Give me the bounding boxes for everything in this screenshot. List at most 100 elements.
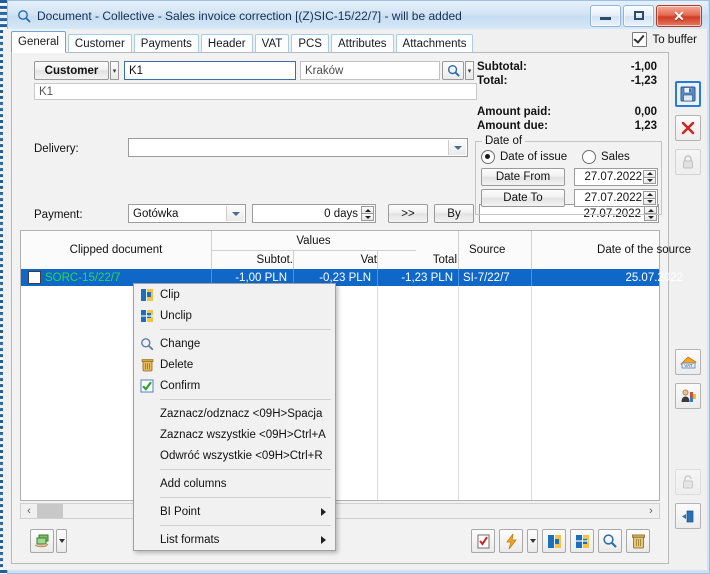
- date-from-button[interactable]: Date From: [481, 168, 565, 186]
- clip-button[interactable]: [542, 529, 566, 553]
- amount-due-value: 1,23: [634, 120, 657, 132]
- spinner-down-icon: [643, 176, 656, 184]
- customer-dropdown-caret[interactable]: ▾: [110, 61, 119, 80]
- payment-days-spinner[interactable]: [361, 206, 374, 221]
- tab-vat[interactable]: VAT: [254, 34, 290, 53]
- trash-icon: [631, 534, 645, 549]
- date-to-input[interactable]: 27.07.2022: [574, 189, 658, 207]
- context-menu-item-bi-point[interactable]: BI Point: [134, 501, 335, 522]
- to-buffer-checkbox[interactable]: To buffer: [632, 32, 697, 47]
- total-value: -1,23: [630, 75, 657, 87]
- scroll-left-icon[interactable]: ‹: [21, 505, 37, 517]
- context-menu-item-delete[interactable]: Delete: [134, 354, 335, 375]
- payment-button[interactable]: [30, 529, 54, 553]
- table-row[interactable]: SORC-15/22/7 -1,00 PLN -0,23 PLN -1,23 P…: [21, 269, 683, 286]
- context-menu-item-change[interactable]: Change: [134, 333, 335, 354]
- customer-search-button[interactable]: [442, 61, 464, 80]
- amount-paid-label: Amount paid:: [477, 106, 552, 118]
- customer-search-caret[interactable]: ▾: [465, 61, 474, 80]
- context-menu-item-unclip[interactable]: Unclip: [134, 305, 335, 326]
- minimize-icon: [600, 16, 611, 20]
- customer-button[interactable]: Customer: [34, 61, 109, 80]
- padlock-icon: [683, 155, 693, 169]
- tab-customer[interactable]: Customer: [67, 34, 132, 53]
- tab-pcs[interactable]: PCS: [291, 34, 329, 53]
- row-checkbox[interactable]: [27, 269, 41, 286]
- magnifier-icon: [134, 337, 160, 351]
- radio-date-of-issue[interactable]: Date of issue: [481, 150, 567, 164]
- date-to-button[interactable]: Date To: [481, 189, 565, 207]
- header-vat[interactable]: Vat: [293, 250, 383, 269]
- context-menu-separator: [160, 469, 331, 470]
- minimize-button[interactable]: [590, 4, 621, 27]
- maximize-icon: [633, 11, 644, 20]
- context-menu-item-toggle-select[interactable]: Zaznacz/odznacz <09H>Spacja: [134, 403, 335, 424]
- payment-dropdown[interactable]: [56, 529, 67, 553]
- header-total[interactable]: Total: [377, 250, 463, 269]
- date-from-spinner[interactable]: [643, 170, 656, 184]
- preview-button[interactable]: [598, 529, 622, 553]
- context-menu-item-confirm[interactable]: Confirm: [134, 375, 335, 396]
- date-from-input[interactable]: 27.07.2022: [574, 168, 658, 186]
- scroll-right-icon[interactable]: ›: [643, 505, 659, 517]
- radio-date-of-issue-label: Date of issue: [500, 151, 568, 163]
- money-hand-icon: [34, 534, 48, 547]
- clipped-documents-grid[interactable]: Clipped document Values Subtot. Vat Tota…: [20, 230, 691, 501]
- tab-payments[interactable]: Payments: [133, 34, 199, 53]
- chevron-down-icon[interactable]: [226, 206, 244, 221]
- unclip-icon: [575, 534, 589, 548]
- date-to-spinner[interactable]: [643, 191, 656, 205]
- context-menu-item-invert-selection[interactable]: Odwróć wszystkie <09H>Ctrl+R: [134, 445, 335, 466]
- tab-general[interactable]: General: [11, 31, 66, 53]
- close-button[interactable]: ✕: [656, 4, 702, 27]
- contractor-button[interactable]: [675, 383, 701, 409]
- maximize-button[interactable]: [623, 4, 654, 27]
- save-button[interactable]: [675, 81, 701, 107]
- payment-method-combo[interactable]: Gotówka: [128, 204, 246, 223]
- context-menu-label: Change: [160, 337, 201, 350]
- context-menu-item-add-columns[interactable]: Add columns: [134, 473, 335, 494]
- vat-button[interactable]: VAT: [675, 349, 701, 375]
- tab-attributes[interactable]: Attributes: [330, 34, 394, 53]
- generate-dropdown[interactable]: [527, 529, 538, 553]
- context-menu[interactable]: Clip Unclip Change Delete Confirm Zaznac…: [133, 283, 336, 551]
- forward-button[interactable]: >>: [388, 204, 428, 223]
- pin-button[interactable]: [675, 503, 701, 529]
- tab-header[interactable]: Header: [200, 34, 253, 53]
- context-menu-item-select-all[interactable]: Zaznacz wszystkie <09H>Ctrl+A: [134, 424, 335, 445]
- grid-hscrollbar[interactable]: ‹ ›: [20, 503, 660, 519]
- subtotal-value: -1,00: [630, 61, 657, 73]
- spinner-up-icon: [361, 206, 374, 213]
- cancel-button[interactable]: [675, 115, 701, 141]
- context-menu-label: Clip: [160, 288, 180, 301]
- unclip-button[interactable]: [570, 529, 594, 553]
- header-clipped-document[interactable]: Clipped document: [21, 231, 211, 269]
- cell-date-of-source: 25.07.2022: [625, 271, 683, 284]
- tab-strip: General Customer Payments Header VAT PCS…: [11, 31, 699, 53]
- app-root: Document - Collective - Sales invoice co…: [0, 0, 710, 574]
- payment-days-value: 0 days: [324, 207, 358, 220]
- generate-button[interactable]: [499, 529, 523, 553]
- context-menu-item-list-formats[interactable]: List formats: [134, 529, 335, 550]
- customer-city-input[interactable]: Kraków: [300, 61, 440, 80]
- context-menu-item-clip[interactable]: Clip: [134, 284, 335, 305]
- chevron-down-icon[interactable]: [448, 140, 466, 155]
- grid-header: Clipped document Values Subtot. Vat Tota…: [21, 231, 691, 270]
- header-subtotal[interactable]: Subtot.: [211, 250, 299, 269]
- context-menu-label: BI Point: [160, 505, 201, 518]
- title-bar[interactable]: Document - Collective - Sales invoice co…: [8, 1, 708, 30]
- amount-paid-value: 0,00: [634, 106, 657, 118]
- confirm-button[interactable]: [471, 529, 495, 553]
- delete-button[interactable]: [626, 529, 650, 553]
- by-button[interactable]: By: [434, 204, 474, 223]
- radio-sales[interactable]: Sales: [582, 150, 630, 164]
- scroll-thumb[interactable]: [37, 504, 63, 518]
- clip-icon: [134, 288, 160, 302]
- delivery-combo[interactable]: [128, 138, 468, 157]
- tab-attachments[interactable]: Attachments: [395, 34, 474, 53]
- customer-code-input[interactable]: K1: [124, 61, 296, 80]
- date-of-group: Date of Date of issue Sales Date From 27…: [475, 135, 662, 215]
- context-menu-label: Odwróć wszystkie <09H>Ctrl+R: [160, 449, 323, 462]
- radio-on-icon: [481, 150, 495, 164]
- payment-days-input[interactable]: 0 days: [252, 204, 376, 223]
